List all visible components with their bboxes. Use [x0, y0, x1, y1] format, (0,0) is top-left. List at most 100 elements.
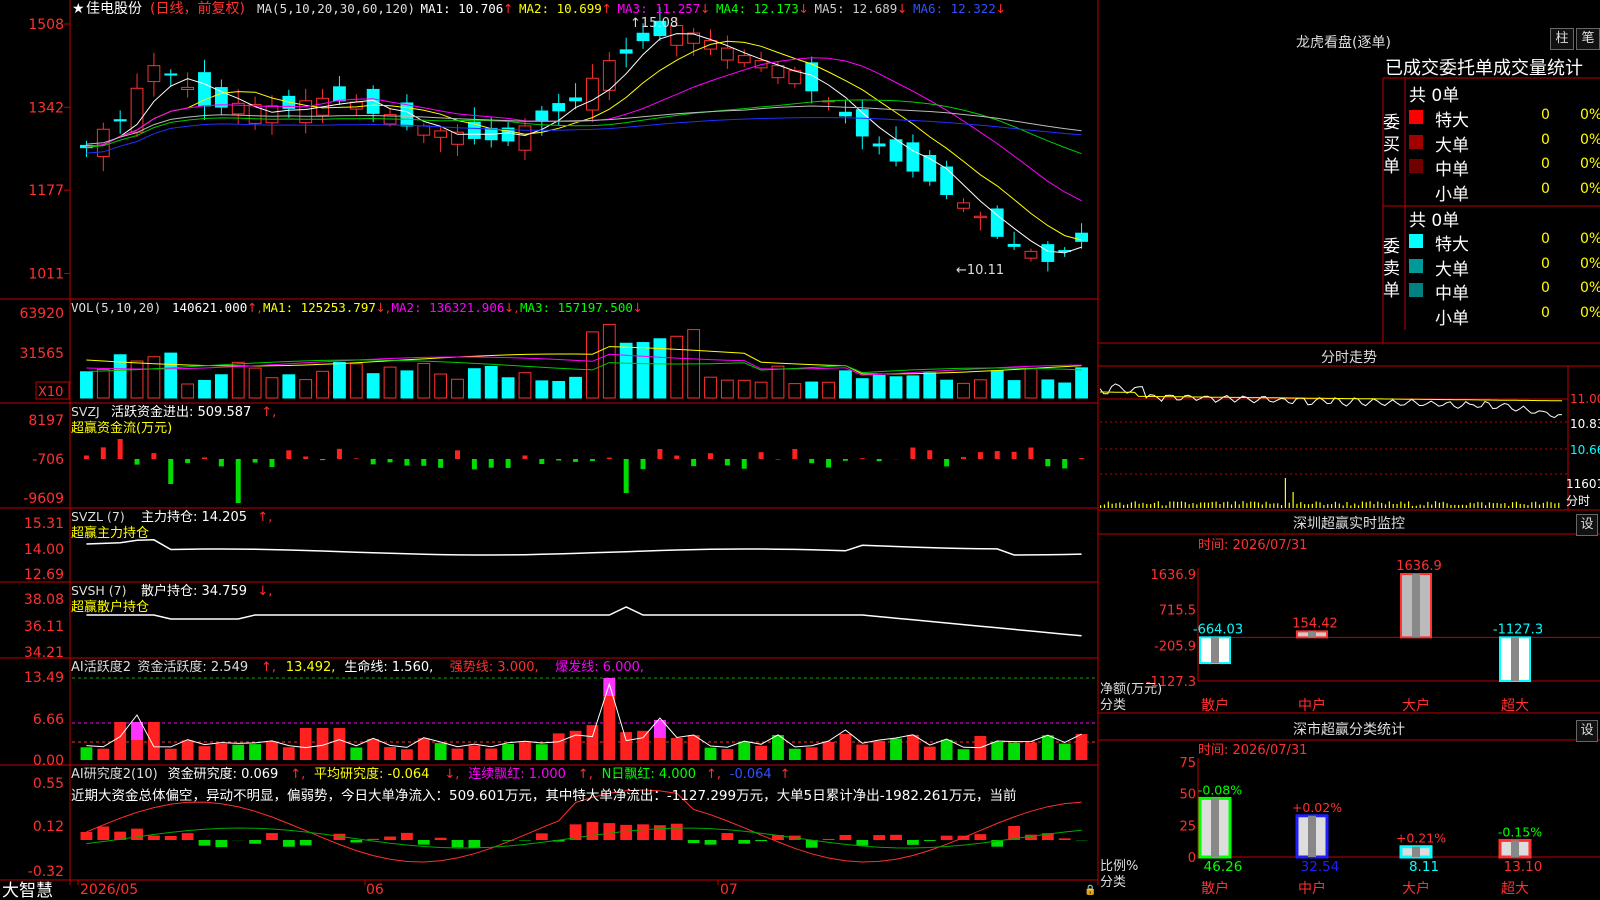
- intraday-volume-bar: [1180, 501, 1183, 508]
- ma-arrow-4: ↓: [799, 1, 809, 16]
- intraday-volume-bar: [1153, 502, 1156, 508]
- volume-bar: [720, 379, 734, 399]
- main-force-panel[interactable]: [86, 539, 1082, 556]
- date-label-0: 2026/05: [80, 882, 138, 898]
- activity-bar: [181, 740, 194, 760]
- activity-bar: [232, 744, 245, 760]
- vol-tick-1: 31565: [19, 346, 64, 362]
- fund-flow-bar: [303, 456, 309, 459]
- volume-bar: [1058, 382, 1072, 399]
- research-bar: [147, 835, 160, 840]
- candlestick-panel[interactable]: ↑15.08 ←10.11: [80, 7, 1088, 278]
- volume-bar: [501, 377, 515, 399]
- order-color-swatch: [1409, 283, 1423, 297]
- research-bar: [266, 833, 278, 840]
- fund-flow-bar: [589, 459, 595, 461]
- intraday-volume-bar: [1323, 505, 1325, 508]
- classify-tick-1: 50: [1179, 788, 1196, 803]
- intraday-price-2: 10.66: [1570, 443, 1600, 457]
- fund-flow-bar: [488, 459, 494, 468]
- volume-bar: [147, 356, 161, 399]
- intraday-volume-bar: [1515, 501, 1517, 508]
- classify-value-0: 46.26: [1204, 859, 1243, 875]
- volume-bar: [231, 361, 245, 399]
- monitor-tick-2: -205.9: [1154, 639, 1196, 654]
- sell-side-title: 委卖单: [1383, 237, 1400, 301]
- fund-flow-panel[interactable]: [83, 439, 1085, 503]
- monitor-value-3: -1127.3: [1493, 622, 1543, 637]
- ai-active-part-2: ↑,: [261, 660, 276, 675]
- volume-bar: [299, 379, 313, 399]
- ma-value-1: MA1: 10.706: [421, 1, 504, 16]
- svzl-tick-1: 14.00: [24, 542, 64, 558]
- intraday-volume-bar: [1350, 505, 1352, 508]
- intraday-volume-bar: [1500, 503, 1502, 508]
- classify-value-1: 32.54: [1301, 859, 1340, 875]
- intraday-volume-bar: [1215, 501, 1217, 508]
- volume-bar: [754, 381, 768, 399]
- activity-bar: [367, 738, 380, 760]
- intraday-volume-bar: [1431, 504, 1433, 508]
- order-count: 0: [1541, 280, 1550, 296]
- monitor-settings-button[interactable]: 设: [1576, 514, 1598, 536]
- order-color-swatch: [1409, 308, 1423, 322]
- candle-body: [130, 87, 144, 133]
- ma-arrow-6: ↓: [996, 1, 1006, 16]
- activity-bar: [97, 748, 110, 760]
- ai-activity-panel[interactable]: [72, 677, 1098, 760]
- svzl-tick-0: 15.31: [24, 516, 64, 532]
- column-view-button[interactable]: 柱: [1550, 28, 1574, 50]
- classify-tick-2: 25: [1179, 819, 1196, 834]
- sell-total: 共 0单: [1409, 211, 1460, 231]
- fund-flow-bar: [826, 459, 832, 468]
- fund-flow-bar: [1079, 458, 1085, 459]
- intraday-panel[interactable]: 分时走势 11.00 10.83 10.66 11601 分时: [1098, 350, 1600, 510]
- order-color-swatch: [1409, 134, 1423, 149]
- intraday-volume-bar: [1304, 504, 1306, 508]
- candle-body: [349, 101, 363, 110]
- retail-panel[interactable]: [86, 606, 1082, 637]
- ai-active-tick-1: 6.66: [33, 712, 64, 728]
- research-bar: [637, 824, 649, 840]
- order-pct: 0%: [1580, 156, 1600, 172]
- volume-panel[interactable]: [80, 323, 1088, 399]
- fund-flow-bar: [404, 459, 410, 466]
- activity-bar: [788, 748, 801, 760]
- research-bar: [873, 835, 886, 840]
- ai-active-tick-0: 13.49: [24, 670, 64, 686]
- main-force-line: [86, 539, 1082, 556]
- intraday-volume-bar: [1123, 504, 1125, 508]
- volume-bar: [198, 379, 211, 399]
- volume-bar: [619, 342, 633, 399]
- intraday-volume-bar: [1246, 503, 1248, 508]
- research-bar: [299, 840, 312, 846]
- intraday-volume-bar: [1188, 504, 1190, 508]
- classify-settings-button[interactable]: 设: [1576, 720, 1598, 742]
- intraday-volume-bar: [1280, 505, 1283, 508]
- intraday-volume-bar: [1361, 501, 1363, 508]
- intraday-volume-bar: [1134, 501, 1136, 508]
- order-label: 大单: [1435, 259, 1469, 280]
- fund-flow-bar: [1045, 459, 1051, 467]
- ai-research-tick-1: 0.12: [33, 819, 64, 835]
- price-tick-1: 1342: [28, 100, 64, 116]
- ai-research-summary: 近期大资金总体偏空，异动不明显，偏弱势，今日大单净流入：509.601万元，其中…: [71, 787, 1017, 804]
- intraday-volume-bar: [1126, 504, 1129, 508]
- intraday-volume-bar: [1357, 505, 1360, 508]
- order-count: 0: [1541, 180, 1550, 197]
- lock-icon: 🔒: [1084, 884, 1096, 896]
- research-bar: [1058, 838, 1071, 840]
- order-pct: 0%: [1580, 131, 1600, 148]
- order-color-swatch: [1409, 258, 1423, 273]
- ma-value-2: MA2: 10.699: [519, 1, 602, 16]
- svzj-tick-0: 8197: [28, 413, 64, 429]
- tick-view-button[interactable]: 笔: [1576, 28, 1600, 50]
- svzj-sub: 超赢资金流(万元): [71, 420, 172, 436]
- candle-body: [333, 86, 346, 102]
- stock-chart-window[interactable]: ↑15.08←10.11 分时走势11.0010.8310.6611601分时 …: [0, 0, 1600, 900]
- intraday-volume-bar: [1488, 502, 1491, 508]
- volume-bar: [214, 374, 228, 399]
- intraday-volume-bar: [1230, 504, 1233, 508]
- research-bar: [704, 840, 717, 845]
- intraday-volume-bar: [1415, 505, 1417, 508]
